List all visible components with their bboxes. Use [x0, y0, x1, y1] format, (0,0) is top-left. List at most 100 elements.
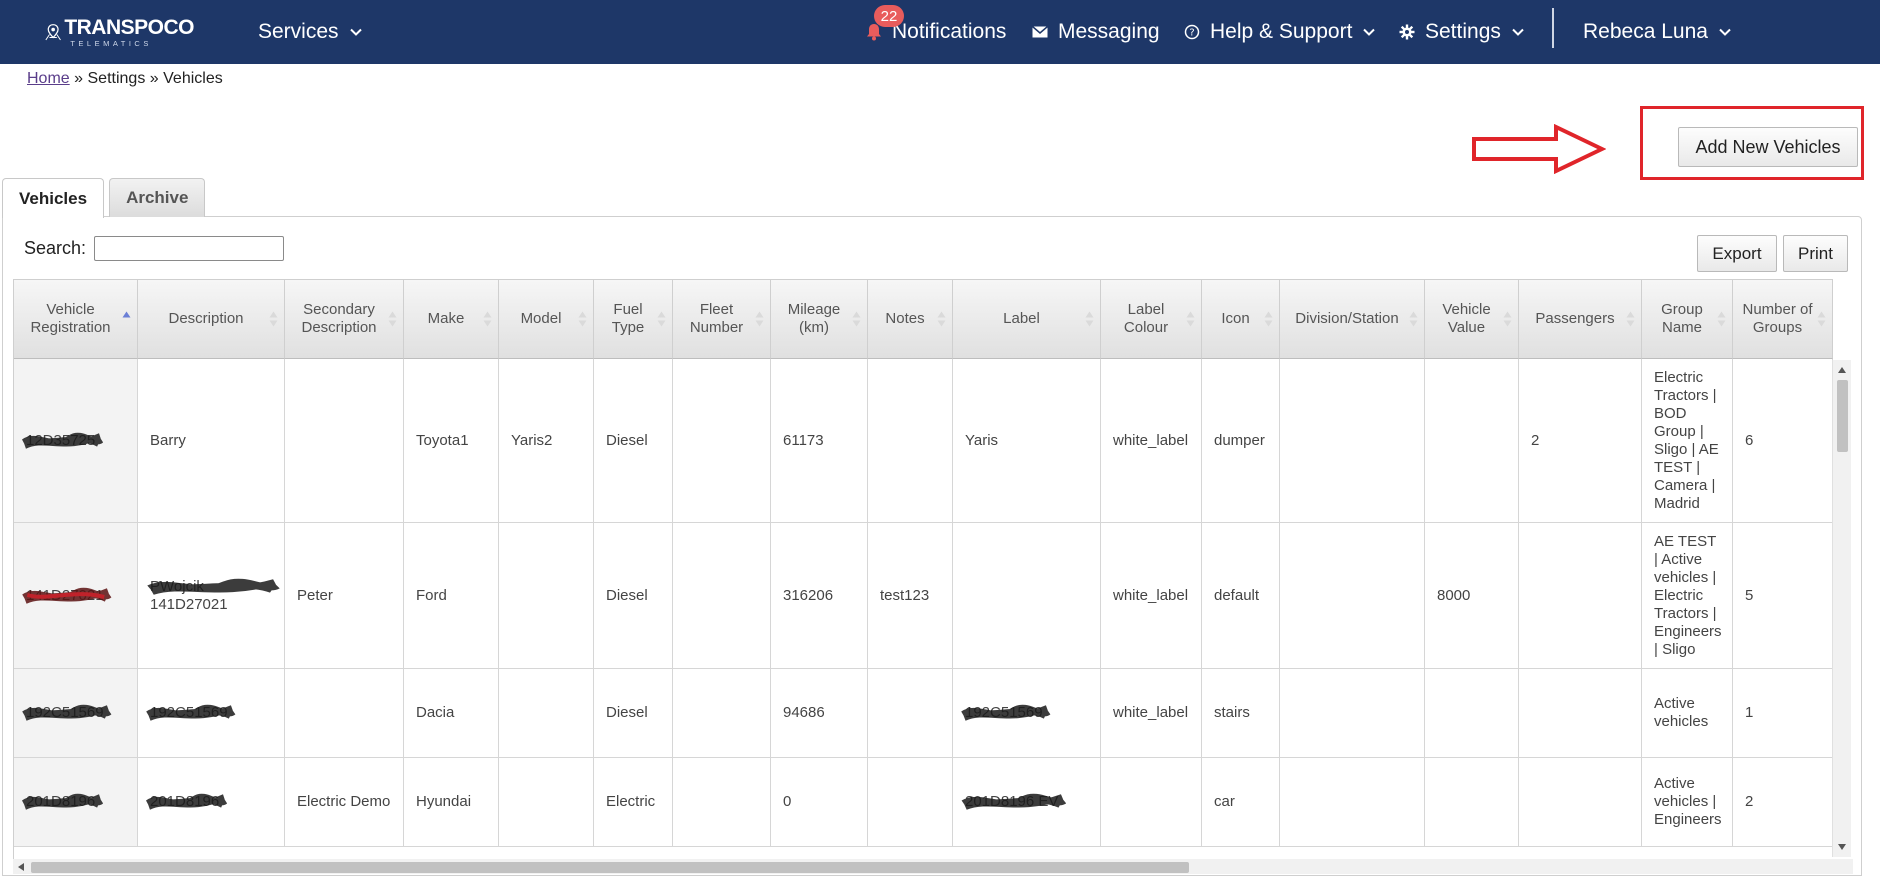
table-cell-value: Active vehicles	[1654, 695, 1709, 730]
table-cell-value: 316206	[783, 586, 834, 604]
table-cell	[673, 523, 771, 669]
column-header[interactable]: Division/Station	[1280, 279, 1425, 359]
column-header[interactable]: Label Colour	[1101, 279, 1202, 359]
table-cell: 61173	[771, 359, 868, 523]
breadcrumb-settings: Settings	[87, 70, 146, 87]
table-row[interactable]: 192C51569 192C51569 Dacia Diesel 94686 192C51…	[14, 669, 1833, 758]
scroll-left-icon[interactable]	[18, 863, 24, 871]
table-cell: Toyota1	[404, 359, 499, 523]
column-header[interactable]: Model	[499, 279, 594, 359]
table-cell: 94686	[771, 669, 868, 758]
scroll-up-icon[interactable]	[1838, 367, 1846, 373]
redaction-scribble	[22, 432, 104, 449]
sort-icon	[1409, 311, 1418, 327]
sort-icon	[269, 311, 278, 327]
table-cell: car	[1202, 758, 1280, 847]
table-cell	[1519, 669, 1642, 758]
table-cell	[285, 669, 404, 758]
logo-subtitle: TELEMATICS	[70, 38, 152, 48]
redaction-scribble	[22, 793, 104, 810]
nav-help-support[interactable]: ? Help & Support	[1184, 0, 1376, 64]
column-header[interactable]: Passengers	[1519, 279, 1642, 359]
column-header[interactable]: Vehicle Registration	[14, 279, 138, 359]
column-header[interactable]: Vehicle Value	[1425, 279, 1519, 359]
table-cell	[1280, 758, 1425, 847]
column-header[interactable]: Fleet Number	[673, 279, 771, 359]
table-cell-value: Diesel	[606, 704, 648, 721]
table-cell: PWojcik 141D27021	[138, 523, 285, 669]
scroll-down-icon[interactable]	[1838, 844, 1846, 850]
print-button[interactable]: Print	[1783, 235, 1848, 272]
column-header[interactable]: Description	[138, 279, 285, 359]
column-header[interactable]: Label	[953, 279, 1101, 359]
table-cell	[1425, 758, 1519, 847]
horizontal-scroll-thumb[interactable]	[31, 862, 1189, 873]
breadcrumb: Home » Settings » Vehicles	[27, 70, 223, 88]
search-input[interactable]	[94, 236, 284, 261]
table-cell-value: car	[1214, 793, 1235, 810]
table-cell: 141D27021	[14, 523, 138, 669]
table-cell-value: Yaris	[965, 431, 999, 449]
table-cell	[1280, 523, 1425, 669]
table-cell: Diesel	[594, 669, 673, 758]
table-cell-value: Electric Demo	[297, 793, 391, 810]
column-header[interactable]: Secondary Description	[285, 279, 404, 359]
table-cell	[499, 669, 594, 758]
tab-archive[interactable]: Archive	[109, 178, 206, 217]
column-header-label: Group Name	[1661, 301, 1703, 336]
vertical-scrollbar[interactable]	[1832, 360, 1851, 857]
nav-settings[interactable]: Settings	[1399, 0, 1525, 64]
column-header[interactable]: Mileage (km)	[771, 279, 868, 359]
table-cell: 2	[1519, 359, 1642, 523]
nav-messaging[interactable]: Messaging	[1032, 0, 1160, 64]
column-header[interactable]: Fuel Type	[594, 279, 673, 359]
table-cell-value: Diesel	[606, 586, 648, 604]
nav-services[interactable]: Services	[258, 0, 363, 64]
table-row[interactable]: 141D27021 PWojcik 141D27021 Peter Ford Diese…	[14, 523, 1833, 669]
user-name: Rebeca Luna	[1583, 20, 1708, 43]
sort-icon	[1264, 311, 1273, 327]
sort-icon	[1626, 311, 1635, 327]
envelope-icon	[1032, 26, 1048, 38]
sort-ascending-icon	[122, 311, 131, 318]
column-header[interactable]: Make	[404, 279, 499, 359]
table-cell-value: Peter	[297, 586, 333, 604]
column-header[interactable]: Group Name	[1642, 279, 1733, 359]
table-cell	[673, 359, 771, 523]
table-cell: Electric Demo	[285, 758, 404, 847]
column-header[interactable]: Number of Groups	[1733, 279, 1833, 359]
sort-icon	[1085, 311, 1094, 327]
tab-vehicles[interactable]: Vehicles	[2, 178, 105, 218]
table-row[interactable]: 12D35725 Barry Toyota1 Yaris2 Diesel 61173 Yar…	[14, 359, 1833, 523]
table-cell: test123	[868, 523, 953, 669]
table-cell-value: Active vehicles | Engineers	[1654, 775, 1722, 828]
table-cell: 201D8196	[14, 758, 138, 847]
sort-icon	[1503, 311, 1512, 327]
table-cell: Hyundai	[404, 758, 499, 847]
table-cell	[1519, 523, 1642, 669]
table-cell: 192C51569	[953, 669, 1101, 758]
horizontal-scrollbar[interactable]	[13, 859, 1853, 874]
sort-icon	[1186, 311, 1195, 327]
table-cell-value: 94686	[783, 704, 825, 721]
column-header-label: Model	[520, 310, 562, 327]
breadcrumb-home-link[interactable]: Home	[27, 70, 70, 87]
export-button[interactable]: Export	[1697, 235, 1777, 272]
nav-notifications[interactable]: 22 Notifications	[866, 0, 1006, 64]
table-cell: Electric	[594, 758, 673, 847]
add-new-vehicles-button[interactable]: Add New Vehicles	[1678, 127, 1858, 167]
transpoco-logo[interactable]: TRANSPOCO TELEMATICS	[44, 14, 194, 50]
table-cell: 0	[771, 758, 868, 847]
table-cell	[285, 359, 404, 523]
nav-user-menu[interactable]: Rebeca Luna	[1583, 0, 1732, 64]
column-header[interactable]: Icon	[1202, 279, 1280, 359]
table-row[interactable]: 201D8196 201D8196 Electric Demo Hyundai Elec…	[14, 758, 1833, 847]
chevron-down-icon	[1363, 28, 1376, 36]
table-cell	[1280, 359, 1425, 523]
vertical-scroll-thumb[interactable]	[1837, 380, 1848, 452]
redaction-scribble	[146, 793, 228, 810]
column-header[interactable]: Notes	[868, 279, 953, 359]
table-cell: Dacia	[404, 669, 499, 758]
table-cell: 2	[1733, 758, 1833, 847]
redaction-scribble	[961, 793, 1067, 810]
